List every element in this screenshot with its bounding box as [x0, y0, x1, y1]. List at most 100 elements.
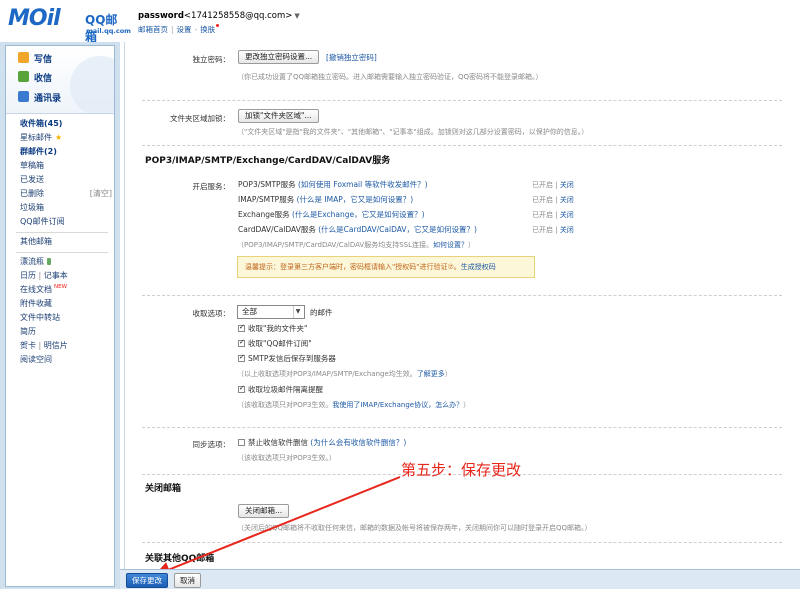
- skin-link[interactable]: 换肤: [200, 25, 215, 34]
- receive-option[interactable]: SMTP发信后保存到服务器: [238, 353, 336, 364]
- sidebar-item-transfer[interactable]: 文件中转站: [20, 312, 60, 323]
- section-title-assoc: 关联其他QQ邮箱: [145, 554, 215, 564]
- settings-link[interactable]: 设置: [177, 25, 192, 34]
- receive-option[interactable]: 收取"QQ邮件订阅": [238, 338, 312, 349]
- change-indep-pwd-button[interactable]: 更改独立密码设置...: [238, 50, 320, 64]
- inbox-download-icon: [18, 71, 29, 82]
- generate-auth-code-link[interactable]: 生成授权码: [461, 263, 496, 271]
- home-link[interactable]: 邮箱首页: [138, 25, 168, 34]
- ssl-hint-text: （POP3/IMAP/SMTP/CardDAV/CalDAV服务均支持SSL连接…: [237, 241, 434, 249]
- indep-pwd-label: 独立密码：: [192, 55, 231, 64]
- checkbox[interactable]: [238, 323, 245, 332]
- sidebar-item-docs[interactable]: 在线文档 NEW: [20, 284, 67, 295]
- close-mailbox-button[interactable]: 关闭邮箱...: [238, 504, 290, 518]
- service-status: 已开启 | 关闭: [532, 181, 574, 189]
- new-badge: NEW: [54, 284, 68, 290]
- postcard-link[interactable]: 明信片: [44, 341, 68, 350]
- receive-range-value: 全部: [242, 307, 257, 316]
- clear-trash-link[interactable]: [清空]: [90, 188, 112, 199]
- sidebar-item-sent[interactable]: 已发送: [20, 174, 44, 185]
- service-status-text: 已开启: [532, 226, 553, 234]
- service-row: IMAP/SMTP服务 (什么是 IMAP，它又是如何设置？): [238, 194, 413, 205]
- sidebar-item-spam[interactable]: 垃圾箱: [20, 202, 44, 213]
- divider: [142, 100, 782, 101]
- ssl-howto-link[interactable]: 如何设置？: [433, 241, 468, 249]
- service-status: 已开启 | 关闭: [532, 226, 574, 234]
- pencil-icon: [18, 52, 29, 63]
- sidebar-item-bottle[interactable]: 漂流瓶: [20, 256, 51, 267]
- account-info[interactable]: password<1741258558@qq.com> ▼: [138, 11, 300, 21]
- service-status: 已开启 | 关闭: [532, 196, 574, 204]
- receive-hint: （以上收取选项对POP3/IMAP/SMTP/Exchange均生效。了解更多）: [237, 369, 452, 379]
- folder-lock-button[interactable]: 加锁"文件夹区域"...: [238, 109, 319, 123]
- receive-button[interactable]: 收信: [18, 71, 52, 85]
- sidebar-item-resume[interactable]: 简历: [20, 326, 36, 337]
- folder-lock-label: 文件夹区域加锁：: [170, 114, 230, 123]
- docs-label: 在线文档: [20, 285, 52, 294]
- pop3-hint-end: ）: [463, 401, 471, 409]
- sidebar-item-reading[interactable]: 阅读空间: [20, 354, 52, 365]
- service-close-link[interactable]: 关闭: [560, 196, 574, 204]
- service-help-link[interactable]: (什么是CardDAV/CalDAV，它又是如何设置？): [318, 225, 477, 234]
- close-hint: （关闭后的QQ邮箱将不收取任何来信，邮箱的数据及帐号将被保存两年，关闭期间你可以…: [237, 524, 592, 532]
- qqmail-logo[interactable]: MOil QQ邮箱 mail.qq.com: [8, 6, 131, 44]
- compose-label: 写信: [34, 55, 53, 65]
- receive-option-label: SMTP发信后保存到服务器: [248, 354, 336, 363]
- sidebar-item-drafts[interactable]: 草稿箱: [20, 160, 44, 171]
- imap-help-link[interactable]: 我使用了IMAP/Exchange协议，怎么办？: [332, 401, 463, 409]
- checkbox[interactable]: [238, 384, 245, 393]
- starred-label: 星标邮件: [20, 133, 52, 142]
- account-email: <1741258558@qq.com>: [183, 11, 293, 21]
- divider: [142, 427, 782, 428]
- auth-code-tip-text: 温馨提示：登录第三方客户端时，密码框请输入"授权码"进行验证⑦。: [245, 263, 461, 271]
- sidebar-item-starred[interactable]: 星标邮件 ★: [20, 132, 62, 143]
- ssl-hint-end: ）: [468, 241, 476, 249]
- revoke-indep-pwd-link[interactable]: [撤销独立密码]: [326, 52, 377, 63]
- compose-button[interactable]: 写信: [18, 52, 52, 66]
- step-annotation: 第五步：保存更改: [401, 461, 522, 479]
- sidebar-item-group[interactable]: 群邮件(2): [20, 146, 57, 157]
- service-name: POP3/SMTP服务: [238, 180, 296, 189]
- sidebar-item-attach[interactable]: 附件收藏: [20, 298, 52, 309]
- receive-option[interactable]: 收取"我的文件夹": [238, 323, 307, 334]
- service-help-link[interactable]: (什么是Exchange，它又是如何设置？): [292, 210, 425, 219]
- service-help-link[interactable]: (什么是 IMAP，它又是如何设置？): [297, 195, 414, 204]
- pop3-hint-text: （该收取选项只对POP3生效。: [237, 401, 333, 409]
- service-status-text: 已开启: [532, 181, 553, 189]
- sidebar-item-deleted[interactable]: 已删除 [清空]: [20, 188, 112, 199]
- receive-label: 收取选项：: [192, 309, 231, 318]
- calendar-link[interactable]: 日历: [20, 271, 36, 280]
- bottle-icon: [47, 258, 51, 265]
- section-title-pop: POP3/IMAP/SMTP/Exchange/CardDAV/CalDAV服务: [145, 156, 391, 166]
- receive-hint-text: （以上收取选项对POP3/IMAP/SMTP/Exchange均生效。: [237, 370, 417, 378]
- cancel-button[interactable]: 取消: [174, 573, 201, 588]
- top-header: MOil QQ邮箱 mail.qq.com password<174125855…: [0, 0, 800, 44]
- service-close-link[interactable]: 关闭: [560, 226, 574, 234]
- receive-spam-option[interactable]: 收取垃圾邮件隔离提醒: [238, 384, 323, 395]
- auth-code-tip: 温馨提示：登录第三方客户端时，密码框请输入"授权码"进行验证⑦。生成授权码: [237, 256, 535, 278]
- service-close-link[interactable]: 关闭: [560, 211, 574, 219]
- receive-range-select[interactable]: 全部 ▼: [237, 305, 305, 319]
- chevron-down-icon[interactable]: ▼: [294, 12, 299, 20]
- sidebar-item-inbox[interactable]: 收件箱(45): [20, 118, 62, 129]
- learn-more-link[interactable]: 了解更多: [417, 370, 445, 378]
- cards-link[interactable]: 贺卡: [20, 341, 36, 350]
- service-close-link[interactable]: 关闭: [560, 181, 574, 189]
- sync-help-link[interactable]: (为什么会有收信软件删信？): [310, 438, 406, 447]
- chevron-down-icon: ▼: [293, 306, 302, 318]
- header-links: 邮箱首页 | 设置 - 换肤: [138, 24, 220, 35]
- receive-option-label: 收取"QQ邮件订阅": [248, 339, 312, 348]
- contacts-button[interactable]: 通讯录: [18, 91, 61, 105]
- logo-mail-text: MOil: [8, 6, 61, 31]
- service-help-link[interactable]: (如何使用 Foxmail 等软件收发邮件？): [298, 180, 428, 189]
- service-status-text: 已开启: [532, 211, 553, 219]
- checkbox[interactable]: [238, 338, 245, 347]
- sidebar-item-subscribe[interactable]: QQ邮件订阅: [20, 216, 65, 227]
- notes-link[interactable]: 记事本: [44, 271, 68, 280]
- sync-option[interactable]: 禁止收信软件删信 (为什么会有收信软件删信？): [238, 437, 406, 448]
- service-name: CardDAV/CalDAV服务: [238, 225, 316, 234]
- sidebar-item-other[interactable]: 其他邮箱: [20, 236, 52, 247]
- checkbox[interactable]: [238, 439, 245, 446]
- checkbox[interactable]: [238, 353, 245, 362]
- save-changes-button[interactable]: 保存更改: [126, 573, 168, 588]
